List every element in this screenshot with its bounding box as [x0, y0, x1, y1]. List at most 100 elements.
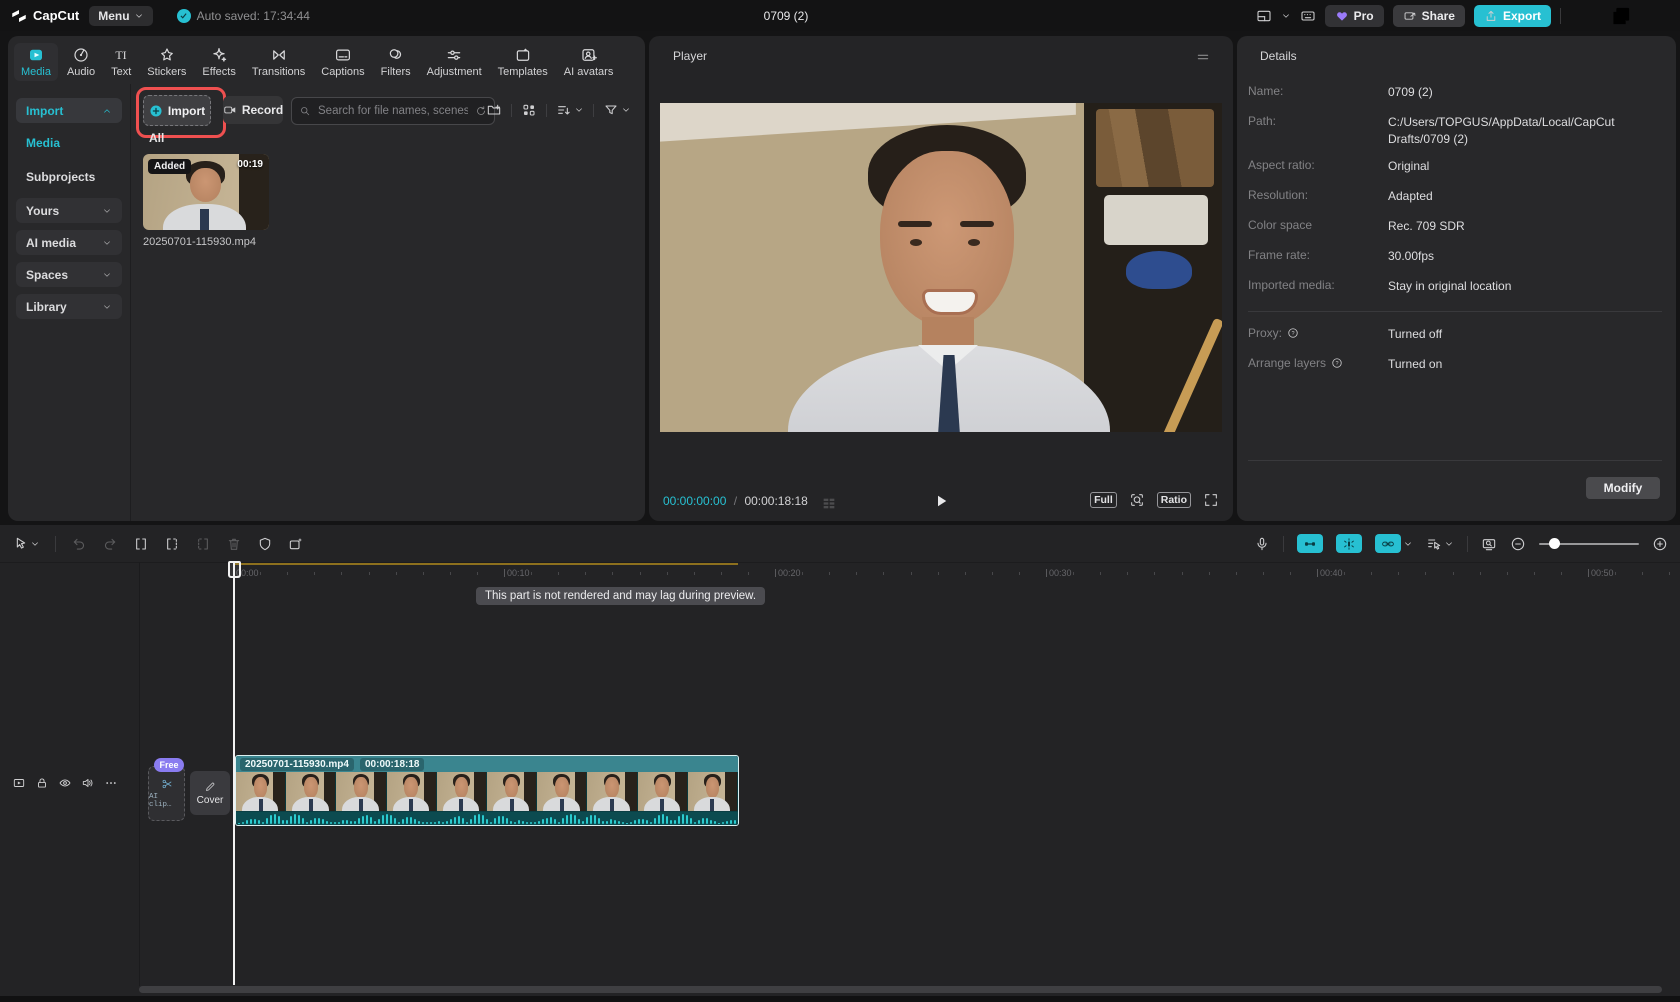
- timeline-zoom-slider[interactable]: [1539, 537, 1639, 551]
- redo-button[interactable]: [102, 536, 118, 552]
- timeline-clip[interactable]: 20250701-115930.mp4 00:00:18:18: [235, 755, 739, 826]
- modify-button[interactable]: Modify: [1586, 477, 1660, 499]
- lock-track-icon[interactable]: [35, 776, 49, 790]
- waveform-bar: [366, 815, 368, 824]
- ratio-button[interactable]: Ratio: [1157, 492, 1191, 508]
- timeline-ruler[interactable]: 00:0000:1000:2000:3000:4000:50: [0, 563, 1680, 583]
- tab-adjustment[interactable]: Adjustment: [420, 43, 489, 81]
- preview-frame-icon[interactable]: [1481, 536, 1497, 552]
- ruler-minor-tick: [1425, 572, 1426, 575]
- timeline-scrollbar[interactable]: [139, 986, 1662, 993]
- info-icon[interactable]: ?: [1331, 357, 1343, 369]
- waveform-bar: [466, 822, 468, 824]
- ai-clip-button[interactable]: AI clip…: [148, 766, 185, 821]
- zoom-slider-knob[interactable]: [1549, 538, 1560, 549]
- shortcuts-icon[interactable]: [1300, 8, 1316, 24]
- player-panel: Player 00:00:00:00 / 00:00:18:: [649, 36, 1233, 521]
- share-button[interactable]: Share: [1393, 5, 1465, 27]
- ruler-minor-tick: [1019, 572, 1020, 575]
- playhead-handle[interactable]: [228, 561, 241, 578]
- split-button[interactable]: [133, 536, 149, 552]
- select-tool[interactable]: [12, 536, 40, 552]
- details-section-divider: [1248, 311, 1662, 312]
- minimize-button[interactable]: [1570, 0, 1598, 31]
- search-input[interactable]: [316, 104, 470, 118]
- layout-chevron-icon[interactable]: [1281, 11, 1291, 21]
- ruler-minor-tick: [531, 572, 532, 575]
- import-button[interactable]: Import: [143, 95, 211, 126]
- media-item-card[interactable]: Added 00:19 20250701-115930.mp4: [143, 154, 269, 248]
- tab-captions[interactable]: Captions: [314, 43, 371, 81]
- waveform-bar: [506, 818, 508, 824]
- details-row-path: Path:C:/Users/TOPGUS/AppData/Local/CapCu…: [1248, 114, 1662, 149]
- waveform-bar: [706, 818, 708, 824]
- link-toggle[interactable]: [1375, 534, 1413, 553]
- layout-switch-icon[interactable]: [1256, 8, 1272, 24]
- delete-right-button[interactable]: [195, 536, 211, 552]
- tab-audio[interactable]: Audio: [60, 43, 102, 81]
- maximize-button[interactable]: [1607, 0, 1635, 31]
- pro-badge[interactable]: Pro: [1325, 5, 1384, 27]
- media-search[interactable]: [291, 97, 495, 125]
- record-button[interactable]: Record: [223, 96, 283, 124]
- tab-filters[interactable]: Filters: [374, 43, 418, 81]
- zoom-in-button[interactable]: [1652, 536, 1668, 552]
- sidebar-item-spaces[interactable]: Spaces: [16, 262, 122, 287]
- ruler-minor-tick: [748, 572, 749, 575]
- grid-view-icon[interactable]: [521, 102, 537, 118]
- tab-transitions[interactable]: Transitions: [245, 43, 312, 81]
- tab-text[interactable]: TIText: [104, 43, 138, 81]
- frame-view-icon[interactable]: [821, 495, 837, 511]
- hide-track-icon[interactable]: [58, 776, 72, 790]
- export-clip-button[interactable]: [288, 536, 304, 552]
- auto-split-toggle[interactable]: [1336, 534, 1362, 553]
- preview-mode-control[interactable]: [1426, 536, 1454, 552]
- mute-track-icon[interactable]: [81, 776, 95, 790]
- sidebar-item-library[interactable]: Library: [16, 294, 122, 319]
- player-menu-icon[interactable]: [1195, 49, 1211, 65]
- focus-zoom-icon[interactable]: [1129, 492, 1145, 508]
- pro-heart-icon: [1335, 9, 1349, 23]
- tab-stickers[interactable]: Stickers: [140, 43, 193, 81]
- delete-button[interactable]: [226, 536, 242, 552]
- info-icon[interactable]: ?: [1287, 327, 1299, 339]
- sidebar-item-ai-media[interactable]: AI media: [16, 230, 122, 255]
- tab-templates[interactable]: Templates: [491, 43, 555, 81]
- tab-label: Adjustment: [427, 66, 482, 78]
- details-value: Adapted: [1388, 188, 1662, 205]
- tab-media[interactable]: Media: [14, 43, 58, 81]
- voiceover-mic-icon[interactable]: [1254, 536, 1270, 552]
- share-label: Share: [1422, 9, 1455, 23]
- zoom-out-button[interactable]: [1510, 536, 1526, 552]
- playhead-line[interactable]: [233, 561, 235, 985]
- filters-icon: [387, 46, 405, 64]
- waveform-bar: [458, 816, 460, 824]
- full-preview-button[interactable]: Full: [1090, 492, 1117, 508]
- magnetic-snap-toggle[interactable]: [1297, 534, 1323, 553]
- tab-effects[interactable]: Effects: [195, 43, 242, 81]
- sort-control[interactable]: [556, 102, 584, 118]
- waveform-bar: [302, 818, 304, 824]
- export-button[interactable]: Export: [1474, 5, 1551, 27]
- media-item-thumbnail[interactable]: Added 00:19: [143, 154, 269, 230]
- cover-button[interactable]: Cover: [190, 771, 230, 815]
- video-preview[interactable]: [660, 103, 1222, 432]
- close-button[interactable]: [1644, 0, 1672, 31]
- waveform-bar: [250, 819, 252, 824]
- mark-button[interactable]: [257, 536, 273, 552]
- export-label: Export: [1503, 9, 1541, 23]
- play-button[interactable]: [932, 492, 950, 510]
- filmstrip-frame: [638, 772, 688, 811]
- sidebar-item-media[interactable]: Media: [16, 130, 122, 155]
- import-folder-icon[interactable]: [486, 102, 502, 118]
- fullscreen-icon[interactable]: [1203, 492, 1219, 508]
- tab-ai-avatars[interactable]: AI avatars: [557, 43, 621, 81]
- sidebar-item-import[interactable]: Import: [16, 98, 122, 123]
- sidebar-item-subprojects[interactable]: Subprojects: [16, 164, 122, 189]
- delete-left-button[interactable]: [164, 536, 180, 552]
- filter-control[interactable]: [603, 102, 631, 118]
- menu-button[interactable]: Menu: [89, 6, 152, 26]
- track-more-icon[interactable]: [104, 776, 118, 790]
- undo-button[interactable]: [71, 536, 87, 552]
- sidebar-item-yours[interactable]: Yours: [16, 198, 122, 223]
